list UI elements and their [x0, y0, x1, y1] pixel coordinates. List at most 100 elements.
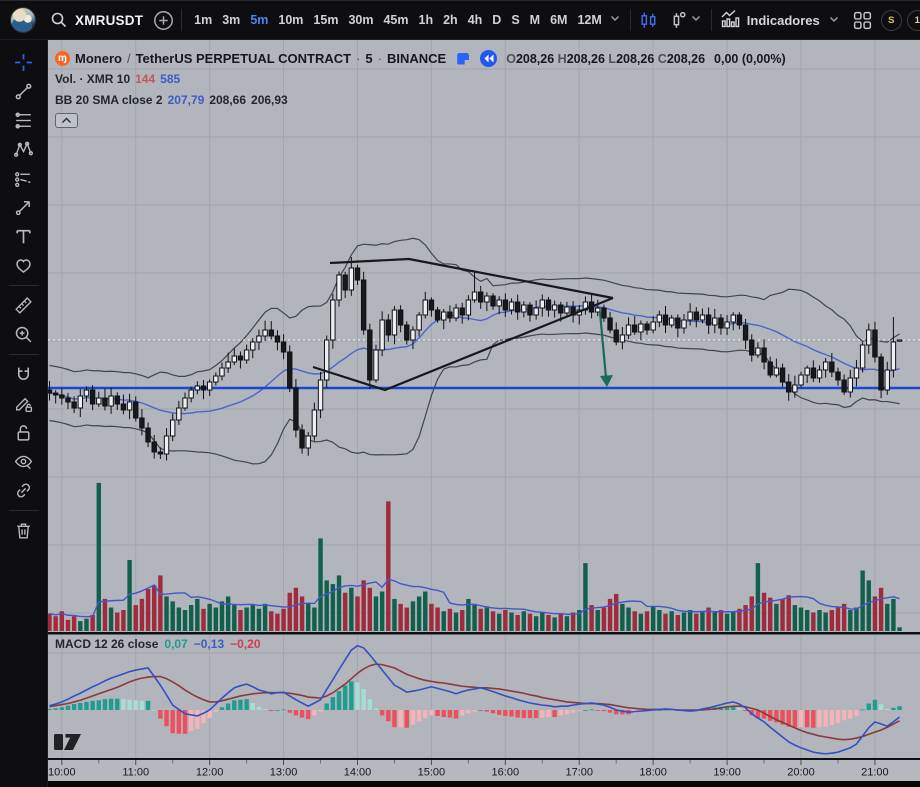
volume-legend-title: Vol. · XMR 10: [55, 72, 130, 86]
ohlc-label: H: [558, 52, 567, 66]
quick-button-s[interactable]: S: [881, 10, 902, 31]
tool-divider: [9, 285, 39, 286]
macd-legend-title: MACD 12 26 close: [55, 637, 158, 651]
add-symbol-button[interactable]: [153, 10, 174, 31]
time-label: 15:00: [418, 767, 446, 779]
ohlc-values: O208,26 H208,26 L208,26 C208,26: [506, 52, 705, 66]
timeframe-30m[interactable]: 30m: [344, 1, 377, 39]
xabcd-pattern-icon: [13, 139, 34, 160]
lock-all-icon: [13, 422, 34, 443]
hide-all-tool-button[interactable]: [7, 447, 41, 476]
time-label: 11:00: [122, 767, 149, 779]
ohlc-label: C: [658, 52, 667, 66]
timeframe-chevron-down-icon[interactable]: [609, 11, 621, 29]
tradingview-logo[interactable]: [54, 730, 90, 759]
lock-all-tool-button[interactable]: [7, 418, 41, 447]
left-toolbar: [0, 40, 48, 787]
chart-style-candles-icon[interactable]: [638, 10, 659, 31]
timeframe-group: 1m3m5m10m15m30m45m1h2h4hDSM6M12M: [189, 1, 607, 39]
bb-legend-title: BB 20 SMA close 2: [55, 93, 163, 107]
ohlc-label: O: [506, 52, 516, 66]
crosshair-icon: [13, 52, 34, 73]
timeframe-15m[interactable]: 15m: [309, 1, 342, 39]
axis-separator: [48, 758, 920, 760]
ruler-tool-button[interactable]: [7, 291, 41, 320]
forecast-icon: [13, 168, 34, 189]
time-label: 13:00: [270, 767, 298, 779]
pane-separator[interactable]: [48, 632, 920, 635]
timeframe-2h[interactable]: 2h: [439, 1, 462, 39]
legend-interval: 5: [365, 51, 372, 66]
chart-legend: ɱ Monero / TetherUS PERPETUAL CONTRACT ·…: [55, 49, 786, 128]
text-icon: [13, 226, 34, 247]
volume-legend-row[interactable]: Vol. · XMR 10 144 585: [55, 68, 786, 89]
trash-tool-button[interactable]: [7, 516, 41, 545]
bottom-strip: [48, 781, 920, 787]
timeframe-12M[interactable]: 12M: [573, 1, 605, 39]
legend-exchange: BINANCE: [387, 51, 446, 66]
timeframe-S[interactable]: S: [507, 1, 523, 39]
timeframe-45m[interactable]: 45m: [379, 1, 412, 39]
quick-button-1[interactable]: 1: [907, 10, 920, 31]
forecast-tool-button[interactable]: [7, 164, 41, 193]
toolbar-divider: [181, 9, 182, 31]
legend-separator: ·: [356, 51, 360, 66]
time-label: 14:00: [344, 767, 372, 779]
bb-basis-value: 207,79: [168, 93, 205, 107]
timeframe-5m[interactable]: 5m: [246, 1, 272, 39]
timeframe-D[interactable]: D: [488, 1, 505, 39]
crosshair-tool-button[interactable]: [7, 48, 41, 77]
macd-legend-row[interactable]: MACD 12 26 close 0,07 −0,13 −0,20: [55, 637, 261, 651]
timeframe-M[interactable]: M: [526, 1, 544, 39]
legend-collapse-button[interactable]: [55, 113, 78, 128]
xabcd-pattern-tool-button[interactable]: [7, 135, 41, 164]
timeframe-1m[interactable]: 1m: [190, 1, 216, 39]
tradingview-app: XMRUSDT 1m3m5m10m15m30m45m1h2h4hDSM6M12M: [0, 0, 920, 787]
user-avatar[interactable]: [10, 7, 36, 33]
timeframe-4h[interactable]: 4h: [464, 1, 487, 39]
layout-grid-icon[interactable]: [852, 10, 873, 31]
time-label: 21:00: [861, 767, 889, 779]
ohlc-label: L: [608, 52, 616, 66]
trend-line-icon: [13, 81, 34, 102]
emoji-tool-button[interactable]: [7, 251, 41, 280]
volume-value: 144: [135, 72, 155, 86]
magnet-tool-button[interactable]: [7, 360, 41, 389]
timeframe-6M[interactable]: 6M: [546, 1, 571, 39]
drawing-lock-tool-button[interactable]: [7, 389, 41, 418]
timeframe-10m[interactable]: 10m: [274, 1, 307, 39]
fib-retracement-tool-button[interactable]: [7, 106, 41, 135]
text-tool-button[interactable]: [7, 222, 41, 251]
trend-line-tool-button[interactable]: [7, 77, 41, 106]
ohlc-value: 208,26: [667, 52, 705, 66]
chart-canvas[interactable]: 10:0011:0012:0013:0014:0015:0016:0017:00…: [48, 40, 920, 787]
timeframe-3m[interactable]: 3m: [218, 1, 244, 39]
arrow-tool-button[interactable]: [7, 193, 41, 222]
flag-icon[interactable]: [457, 53, 469, 65]
time-label: 17:00: [565, 767, 593, 779]
trash-icon: [13, 520, 34, 541]
indicators-icon: [719, 8, 741, 33]
bb-legend-row[interactable]: BB 20 SMA close 2 207,79 208,66 206,93: [55, 89, 786, 110]
chart-style-picker-icon[interactable]: [667, 10, 688, 31]
fast-rewind-icon[interactable]: [480, 50, 497, 67]
symbol-label: XMRUSDT: [75, 13, 143, 28]
time-axis[interactable]: 10:0011:0012:0013:0014:0015:0016:0017:00…: [48, 760, 920, 781]
indicators-button[interactable]: Indicadores: [719, 8, 842, 33]
time-label: 12:00: [196, 767, 224, 779]
link-drawings-tool-button[interactable]: [7, 476, 41, 505]
change-value: 0,00 (0,00%): [714, 52, 786, 66]
chart-area[interactable]: 10:0011:0012:0013:0014:0015:0016:0017:00…: [48, 40, 920, 787]
legend-separator: ·: [378, 51, 382, 66]
zoom-in-tool-button[interactable]: [7, 320, 41, 349]
indicators-chevron-down-icon: [828, 13, 840, 28]
emoji-icon: [13, 255, 34, 276]
monero-logo: ɱ: [55, 51, 70, 66]
symbol-search-button[interactable]: XMRUSDT: [50, 11, 143, 29]
timeframe-1h[interactable]: 1h: [415, 1, 438, 39]
style-chevron-down-icon[interactable]: [690, 11, 702, 29]
toolbar-divider: [711, 9, 712, 31]
hide-all-icon: [13, 451, 34, 472]
bb-lower-value: 206,93: [251, 93, 288, 107]
symbol-legend-row[interactable]: ɱ Monero / TetherUS PERPETUAL CONTRACT ·…: [55, 49, 786, 68]
